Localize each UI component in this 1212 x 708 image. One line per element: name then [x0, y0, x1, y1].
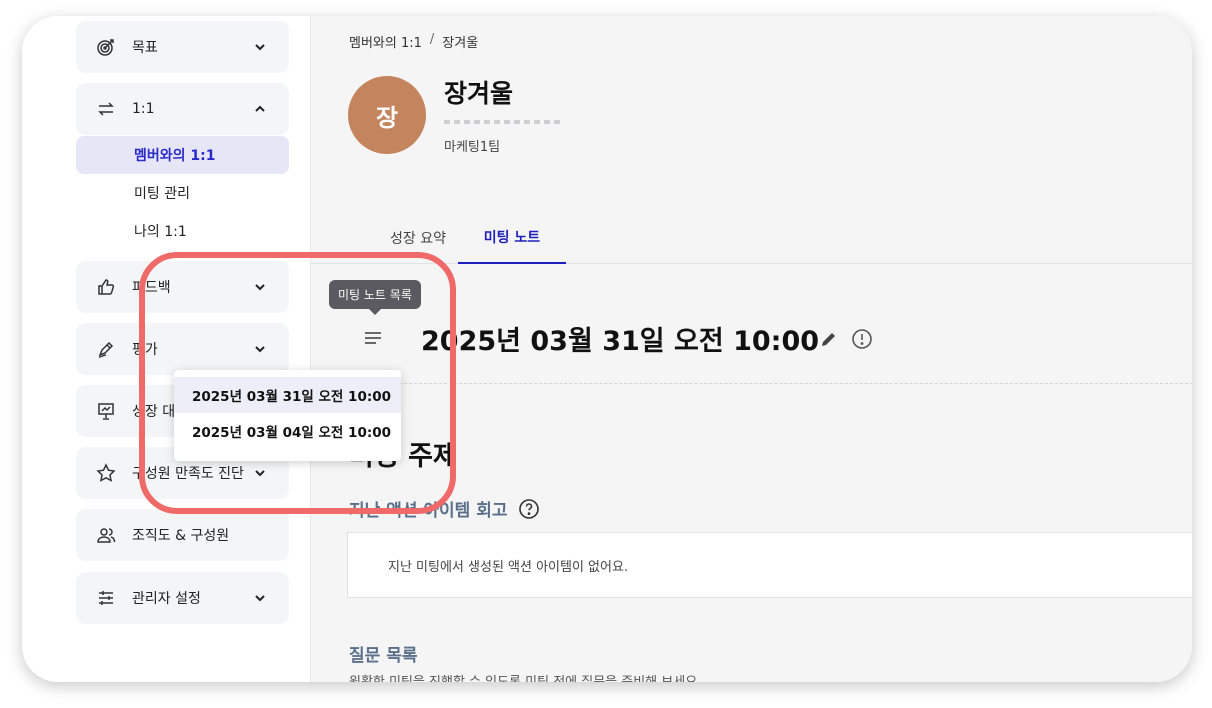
breadcrumb-current: 장겨울	[442, 36, 479, 51]
dropdown-item[interactable]: 2025년 03월 04일 오전 10:00	[174, 413, 401, 449]
tab-meeting-notes[interactable]: 미팅 노트	[458, 212, 566, 264]
sidebar-item-label: 피드백	[132, 280, 171, 296]
sidebar-item-label: 관리자 설정	[132, 591, 201, 607]
avatar: 장	[348, 76, 426, 154]
list-icon[interactable]	[361, 328, 387, 348]
thumbs-up-icon	[94, 275, 118, 299]
chevron-down-icon	[255, 346, 265, 353]
sidebar-item-feedback[interactable]: 피드백	[76, 261, 289, 313]
action-review-title: 지난 액션 아이템 회고	[349, 501, 508, 521]
sidebar-item-admin-settings[interactable]: 관리자 설정	[76, 572, 289, 624]
pen-icon	[94, 337, 118, 361]
tooltip: 미팅 노트 목록	[329, 280, 421, 315]
questions-description: 원활한 미팅을 진행할 수 있도록 미팅 전에 질문을 준비해 보세요.	[349, 671, 701, 682]
chevron-down-icon	[255, 284, 265, 291]
profile-email-redacted	[444, 120, 564, 124]
app-window: 목표 1:1 멤버와의 1:1 미팅 관리 나의 1:1 피드백 평가 성장 대…	[22, 16, 1192, 682]
sidebar-subitem-meeting-management[interactable]: 미팅 관리	[76, 174, 289, 212]
divider	[349, 383, 1192, 384]
breadcrumb: 멤버와의 1:1 / 장겨울	[349, 32, 478, 51]
dropdown-item[interactable]: 2025년 03월 31일 오전 10:00	[174, 377, 401, 413]
sidebar-item-evaluation[interactable]: 평가	[76, 323, 289, 375]
meeting-title: 2025년 03월 31일 오전 10:00	[421, 326, 820, 357]
edit-icon[interactable]	[818, 328, 840, 350]
sidebar-item-label: 조직도 & 구성원	[132, 528, 230, 544]
sidebar-subitem-my-one-on-one[interactable]: 나의 1:1	[76, 212, 289, 250]
meeting-note-dropdown: 2025년 03월 31일 오전 10:00 2025년 03월 04일 오전 …	[174, 370, 401, 461]
profile-name: 장겨울	[444, 79, 514, 108]
swap-arrows-icon	[94, 97, 118, 121]
breadcrumb-parent[interactable]: 멤버와의 1:1	[349, 32, 422, 51]
presentation-icon	[94, 399, 118, 423]
action-items-empty: 지난 미팅에서 생성된 액션 아이템이 없어요.	[347, 532, 1192, 598]
chevron-down-icon	[255, 44, 265, 51]
help-icon[interactable]	[518, 498, 540, 520]
target-icon	[94, 35, 118, 59]
people-icon	[94, 523, 118, 547]
tab-bar: 성장 요약 미팅 노트	[311, 212, 1192, 264]
sidebar-item-org-chart[interactable]: 조직도 & 구성원	[76, 509, 289, 561]
chevron-up-icon	[255, 105, 265, 112]
profile-team: 마케팅1팀	[444, 140, 501, 155]
sliders-icon	[94, 586, 118, 610]
sidebar: 목표 1:1 멤버와의 1:1 미팅 관리 나의 1:1 피드백 평가 성장 대…	[22, 16, 310, 682]
sidebar-item-label: 목표	[132, 40, 158, 56]
sidebar-item-label: 구성원 만족도 진단	[132, 466, 244, 482]
sidebar-subitem-member-one-on-one[interactable]: 멤버와의 1:1	[76, 136, 289, 174]
info-icon[interactable]	[851, 328, 873, 350]
questions-title: 질문 목록	[349, 646, 418, 666]
chevron-down-icon	[255, 470, 265, 477]
sidebar-item-label: 1:1	[132, 101, 155, 117]
breadcrumb-separator: /	[429, 32, 435, 47]
sidebar-item-label: 평가	[132, 342, 158, 358]
star-icon	[94, 461, 118, 485]
sidebar-item-goals[interactable]: 목표	[76, 21, 289, 73]
sidebar-item-one-on-one[interactable]: 1:1	[76, 83, 289, 135]
tab-growth-summary[interactable]: 성장 요약	[363, 212, 473, 264]
main-content: 멤버와의 1:1 / 장겨울 장 장겨울 마케팅1팀 성장 요약 미팅 노트 미…	[310, 16, 1192, 682]
sidebar-item-label: 성장 대	[132, 404, 176, 420]
chevron-down-icon	[255, 595, 265, 602]
action-review-heading: 지난 액션 아이템 회고	[349, 496, 540, 521]
